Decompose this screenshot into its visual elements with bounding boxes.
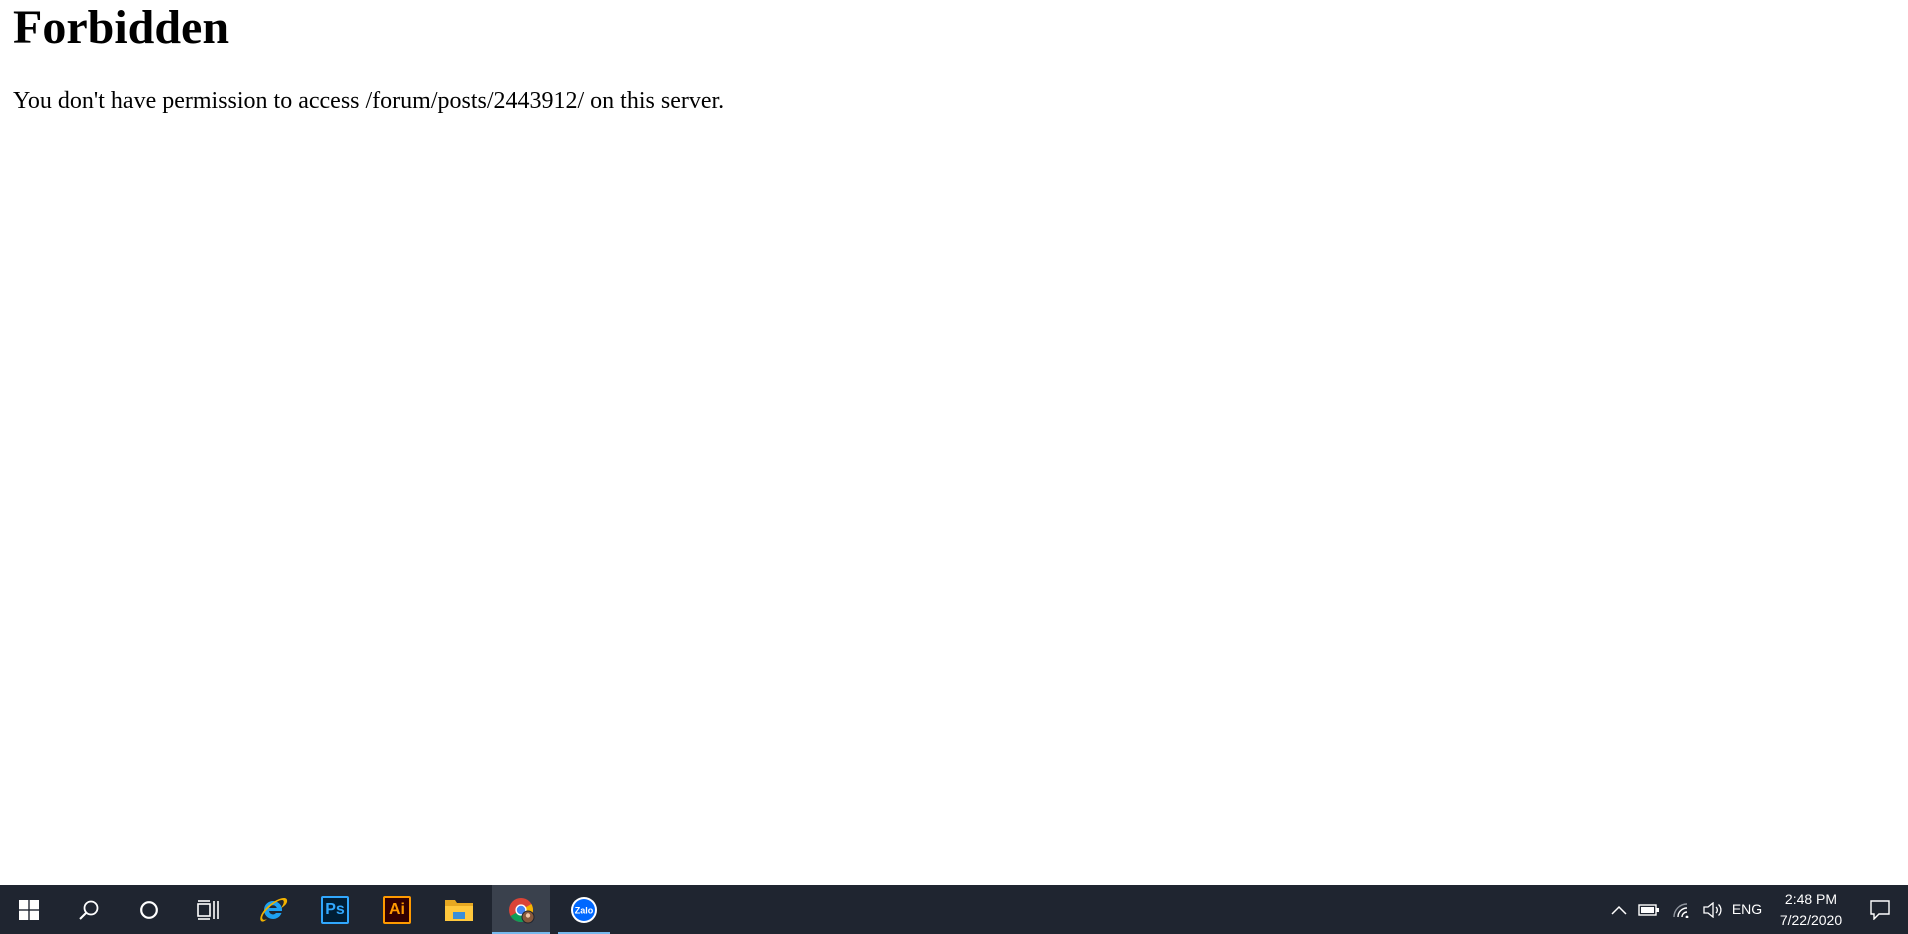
clock-date: 7/22/2020: [1779, 912, 1843, 928]
task-view-button[interactable]: [180, 885, 238, 934]
volume-button[interactable]: [1698, 885, 1728, 934]
input-language-indicator[interactable]: ENG: [1730, 885, 1764, 934]
taskbar-app-illustrator[interactable]: Ai: [367, 885, 427, 934]
ie-icon: [260, 897, 288, 922]
windows-logo-icon: [19, 899, 39, 920]
start-button[interactable]: [0, 885, 58, 934]
wifi-icon: [1673, 902, 1689, 918]
clock[interactable]: 2:48 PM 7/22/2020: [1774, 889, 1848, 931]
taskbar-app-chrome[interactable]: [492, 885, 550, 934]
taskbar-app-file-explorer[interactable]: [429, 885, 489, 934]
taskbar-app-internet-explorer[interactable]: [243, 885, 303, 934]
search-icon: [79, 900, 99, 920]
cortana-button[interactable]: [120, 885, 178, 934]
svg-text:Zalo: Zalo: [575, 905, 594, 915]
network-button[interactable]: [1666, 885, 1696, 934]
task-view-icon: [197, 899, 219, 920]
photoshop-icon: Ps: [321, 895, 349, 924]
action-center-button[interactable]: [1862, 885, 1898, 934]
taskbar-app-zalo[interactable]: Zalo: [558, 885, 610, 934]
illustrator-icon: Ai: [383, 895, 411, 924]
speaker-icon: [1703, 901, 1722, 918]
folder-icon: [445, 899, 473, 921]
zalo-icon: Zalo: [571, 896, 597, 923]
battery-icon: [1638, 903, 1659, 916]
battery-button[interactable]: [1634, 885, 1664, 934]
chrome-icon: [509, 897, 535, 923]
clock-time: 2:48 PM: [1784, 891, 1838, 907]
error-message: You don't have permission to access /for…: [13, 88, 725, 114]
cortana-icon: [140, 900, 158, 919]
chevron-up-icon: [1611, 905, 1627, 915]
error-page: Forbidden You don't have permission to a…: [0, 0, 1908, 885]
taskbar: Ps Ai Zalo ENG 2:48 PM 7/22/2020: [0, 885, 1908, 934]
search-button[interactable]: [60, 885, 118, 934]
show-hidden-icons-button[interactable]: [1606, 885, 1632, 934]
page-title: Forbidden: [13, 1, 230, 54]
taskbar-app-photoshop[interactable]: Ps: [305, 885, 365, 934]
notification-icon: [1870, 899, 1890, 920]
